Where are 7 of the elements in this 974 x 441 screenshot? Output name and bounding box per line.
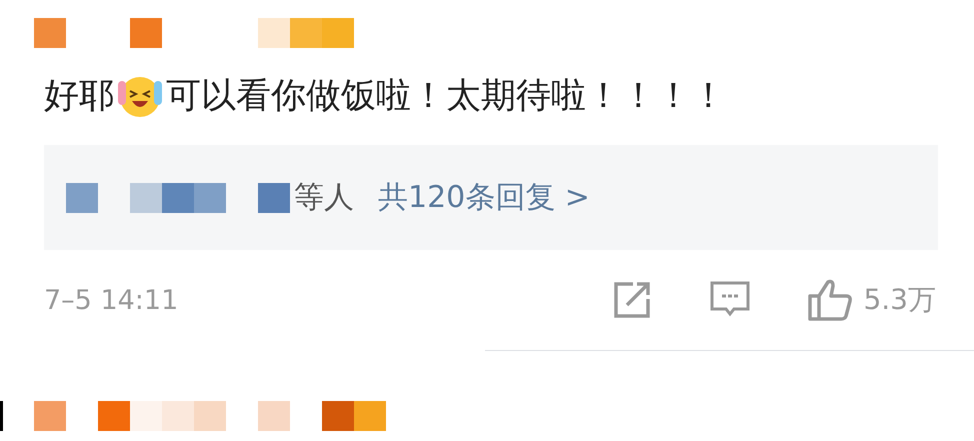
comment-text: 可以看你做饭啦！太期待啦！！！！ <box>166 74 726 118</box>
comment-time: 7–5 14:11 <box>44 284 180 316</box>
comment-text: 好耶 <box>44 74 114 118</box>
thumbs-up-icon <box>807 278 854 322</box>
view-replies-link[interactable]: 共120条回复 > <box>378 177 590 218</box>
like-button[interactable]: 5.3万 <box>807 278 936 322</box>
replies-suffix: 等人 <box>294 179 354 217</box>
